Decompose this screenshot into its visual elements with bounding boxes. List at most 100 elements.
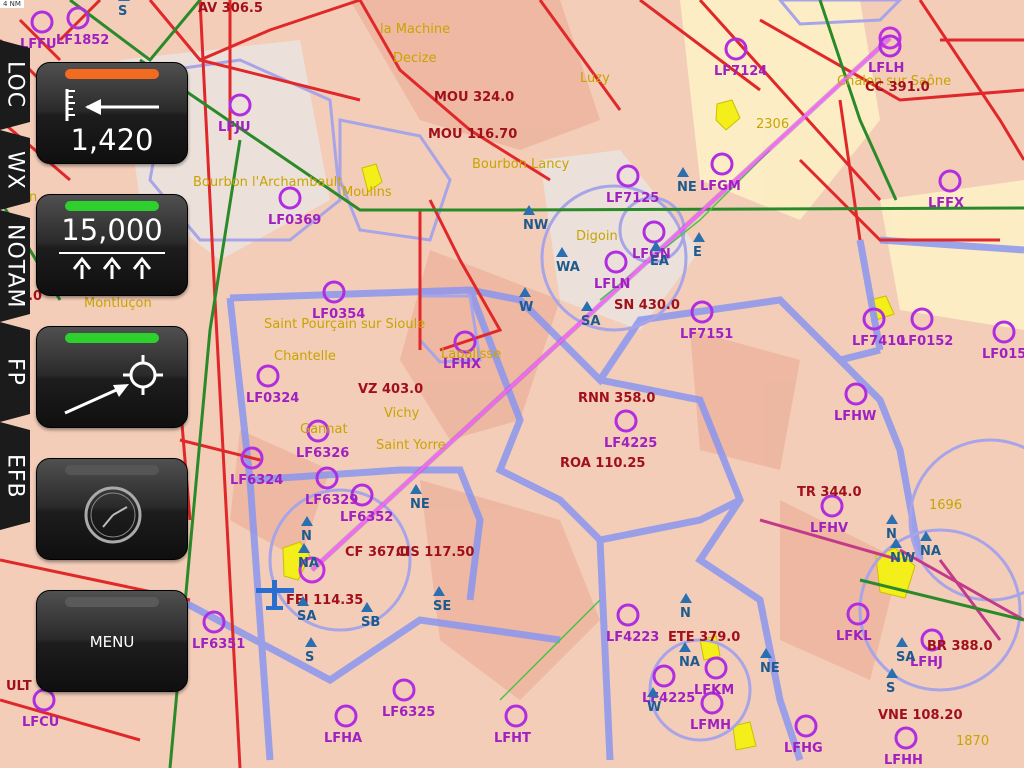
navaid-label: ROA 110.25 [560, 456, 645, 471]
tab-loc[interactable]: LOC [0, 40, 30, 130]
reporting-point-label: W [519, 300, 533, 315]
navaid-label: MOU 116.70 [428, 127, 517, 142]
altitude-panel[interactable]: 15,000 [36, 194, 188, 296]
reporting-point-label: S [886, 681, 895, 696]
airport-label: LFFX [928, 196, 964, 211]
tab-fp[interactable]: FP [0, 322, 30, 422]
tab-notam[interactable]: NOTAM [0, 210, 30, 322]
reporting-point-label: N [301, 529, 312, 544]
airport-label: LFHG [784, 741, 823, 756]
reporting-point-label: EA [650, 254, 669, 269]
reporting-point-label: SA [896, 650, 915, 665]
reporting-point-label: NE [760, 661, 780, 676]
navaid-label: BR 388.0 [927, 639, 993, 654]
reporting-point-label: S [118, 4, 127, 19]
menu-panel[interactable]: MENU [36, 590, 188, 692]
navaid-label: RNN 358.0 [578, 391, 655, 406]
place-label: la Machine [380, 22, 450, 37]
reporting-point-label: NW [890, 551, 915, 566]
navaid-label: MOU 324.0 [434, 90, 514, 105]
airport-label: LFKM [694, 683, 734, 698]
reporting-point-label: WA [556, 260, 580, 275]
navaid-label: SN 430.0 [614, 298, 680, 313]
tab-loc-label: LOC [2, 61, 28, 109]
place-label: Chantelle [274, 349, 336, 364]
reporting-point-label: NA [298, 556, 319, 571]
airport-label: LFHX [443, 357, 481, 372]
airport-label: LFGM [700, 179, 741, 194]
place-label: 2306 [756, 117, 789, 132]
navaid-label: VNE 108.20 [878, 708, 963, 723]
airport-label: LF7410 [852, 334, 905, 349]
airport-label: LF6351 [192, 637, 245, 652]
airport-label: LFJU [218, 120, 251, 135]
place-label: Decize [393, 51, 437, 66]
reporting-point-label: NA [920, 544, 941, 559]
airport-label: LFKL [836, 629, 872, 644]
altitude-value: 15,000 [61, 213, 163, 247]
place-label: Bourbon Lancy [472, 157, 570, 172]
place-label: Luzy [580, 71, 610, 86]
distance-value: 1,420 [70, 123, 154, 157]
airport-label: LFHH [884, 753, 923, 768]
place-label: Montluçon [84, 296, 152, 311]
airport-label: LF7125 [606, 191, 659, 206]
distance-arrow-icon [65, 89, 159, 121]
airport-label: LF6326 [296, 446, 349, 461]
airport-label: LF0354 [312, 307, 365, 322]
place-label: Vichy [384, 406, 420, 421]
crosshair-arrow-icon [64, 355, 163, 415]
airport-label: LF015 [982, 347, 1024, 362]
airport-label: LFHW [834, 409, 876, 424]
reporting-point-label: S [305, 650, 314, 665]
gps-status-bar [65, 333, 159, 343]
airport-label: LF6329 [305, 493, 358, 508]
clock-status-bar [65, 465, 159, 475]
airport-label: LF0369 [268, 213, 321, 228]
reporting-point-label: NE [677, 180, 697, 195]
tab-fp-label: FP [2, 358, 28, 386]
place-label: 1696 [929, 498, 962, 513]
clock-icon [84, 486, 142, 544]
airport-label: LF0324 [246, 391, 299, 406]
navaid-label: ETE 379.0 [668, 630, 740, 645]
menu-button-label: MENU [89, 633, 135, 651]
place-label: 1870 [956, 734, 989, 749]
airport-label: LF0152 [900, 334, 953, 349]
airport-label: LF4225 [604, 436, 657, 451]
reporting-point-label: SB [361, 615, 380, 630]
navaid-label: CIS 117.50 [396, 545, 474, 560]
airport-label: LFHV [810, 521, 848, 536]
place-label: Digoin [576, 229, 618, 244]
reporting-point-label: W [647, 700, 661, 715]
climb-arrows-icon [59, 252, 165, 279]
tab-efb[interactable]: EFB [0, 422, 30, 530]
airport-label: LFHT [494, 731, 531, 746]
tab-wx[interactable]: WX [0, 130, 30, 210]
reporting-point-icon [118, 0, 130, 1]
airport-label: LFHA [324, 731, 362, 746]
airport-label: LF7151 [680, 327, 733, 342]
airport-label: LF6324 [230, 473, 283, 488]
airport-label: LFMH [690, 718, 731, 733]
reporting-point-label: SE [433, 599, 451, 614]
airport-label: LF7124 [714, 64, 767, 79]
altitude-status-bar [65, 201, 159, 211]
airport-label: LF4223 [606, 630, 659, 645]
tab-wx-label: WX [2, 150, 28, 190]
menu-status-bar [65, 597, 159, 607]
navaid-label: TR 344.0 [797, 485, 862, 500]
place-label: Moulins [342, 185, 392, 200]
place-label: Bourbon l'Archambault [193, 175, 342, 190]
reporting-point-label: E [693, 245, 702, 260]
place-label: Gannat [300, 422, 348, 437]
clock-panel[interactable] [36, 458, 188, 560]
airport-label: LFLN [594, 277, 630, 292]
tab-notam-label: NOTAM [2, 223, 28, 309]
navaid-label: ULT [6, 679, 32, 694]
airport-label: LFCU [22, 715, 59, 730]
reporting-point-label: N [680, 606, 691, 621]
distance-panel[interactable]: 1,420 [36, 62, 188, 164]
place-label: Saint Yorre [376, 438, 446, 453]
gps-panel[interactable] [36, 326, 188, 428]
